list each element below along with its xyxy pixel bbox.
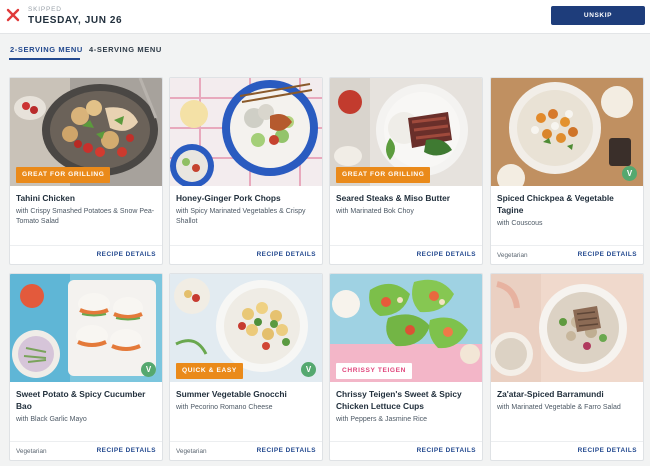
recipe-photo [491,78,643,186]
recipe-subtitle: with Pecorino Romano Cheese [176,404,273,411]
card-divider [491,441,643,442]
recipe-subtitle: with Black Garlic Mayo [16,416,87,423]
card-divider [491,245,643,246]
recipe-photo [491,274,643,382]
delivery-date: TUESDAY, JUN 26 [28,15,123,26]
recipe-title[interactable]: Honey-Ginger Pork Chops [176,193,318,205]
recipe-title[interactable]: Spiced Chickpea & Vegetable Tagine [497,193,639,216]
recipe-card[interactable]: QUICK & EASY V Summer Vegetable Gnocchi … [169,273,323,461]
menu-tabs: 2-SERVING MENU 4-SERVING MENU [0,44,650,62]
recipe-details-link[interactable]: RECIPE DETAILS [578,447,637,454]
recipe-card[interactable]: GREAT FOR GRILLING Tahini Chicken with C… [9,77,163,265]
recipe-card[interactable]: V Spiced Chickpea & Vegetable Tagine wit… [490,77,644,265]
card-divider [330,245,482,246]
vegetarian-icon: V [301,362,316,377]
recipe-details-link[interactable]: RECIPE DETAILS [257,447,316,454]
chrissy-teigen-badge: CHRISSY TEIGEN [336,363,412,379]
skipped-label: SKIPPED [28,6,62,13]
tab-2-serving-menu[interactable]: 2-SERVING MENU [10,45,83,54]
quick-easy-badge: QUICK & EASY [176,363,243,379]
recipe-subtitle: with Marinated Bok Choy [336,208,414,215]
recipe-title[interactable]: Chrissy Teigen's Sweet & Spicy Chicken L… [336,389,478,412]
recipe-subtitle: with Crispy Smashed Potatoes & Snow Pea-… [16,208,155,225]
tab-4-serving-menu[interactable]: 4-SERVING MENU [89,45,162,54]
recipe-card[interactable]: Za'atar-Spiced Barramundi with Marinated… [490,273,644,461]
grilling-badge: GREAT FOR GRILLING [336,167,431,183]
recipe-details-link[interactable]: RECIPE DETAILS [257,251,316,258]
recipe-title[interactable]: Summer Vegetable Gnocchi [176,389,318,401]
recipe-details-link[interactable]: RECIPE DETAILS [97,447,156,454]
vegetarian-icon: V [141,362,156,377]
card-divider [170,441,322,442]
recipe-details-link[interactable]: RECIPE DETAILS [417,251,476,258]
recipe-photo [10,274,162,382]
recipe-title[interactable]: Tahini Chicken [16,193,158,205]
card-divider [170,245,322,246]
dietary-label: Vegetarian [176,448,207,455]
recipe-subtitle: with Marinated Vegetable & Farro Salad [497,404,621,411]
dietary-label: Vegetarian [497,252,528,259]
unskip-button[interactable]: UNSKIP [551,6,645,25]
skip-banner: SKIPPED TUESDAY, JUN 26 UNSKIP [0,0,650,34]
card-divider [10,441,162,442]
recipe-card[interactable]: V Sweet Potato & Spicy Cucumber Bao with… [9,273,163,461]
grilling-badge: GREAT FOR GRILLING [16,167,111,183]
card-divider [10,245,162,246]
recipe-subtitle: with Peppers & Jasmine Rice [336,416,428,423]
recipe-subtitle: with Spicy Marinated Vegetables & Crispy… [176,208,306,225]
card-divider [330,441,482,442]
recipe-title[interactable]: Za'atar-Spiced Barramundi [497,389,639,401]
recipe-title[interactable]: Seared Steaks & Miso Butter [336,193,478,205]
vegetarian-icon: V [622,166,637,181]
recipe-details-link[interactable]: RECIPE DETAILS [578,251,637,258]
recipe-subtitle: with Couscous [497,220,543,227]
dietary-label: Vegetarian [16,448,47,455]
recipe-card[interactable]: Honey-Ginger Pork Chops with Spicy Marin… [169,77,323,265]
recipe-details-link[interactable]: RECIPE DETAILS [97,251,156,258]
recipe-photo [170,78,322,186]
recipe-card[interactable]: CHRISSY TEIGEN Chrissy Teigen's Sweet & … [329,273,483,461]
recipe-title[interactable]: Sweet Potato & Spicy Cucumber Bao [16,389,158,412]
active-tab-indicator [9,58,80,60]
recipe-details-link[interactable]: RECIPE DETAILS [417,447,476,454]
recipe-card[interactable]: GREAT FOR GRILLING Seared Steaks & Miso … [329,77,483,265]
x-icon [6,8,20,22]
